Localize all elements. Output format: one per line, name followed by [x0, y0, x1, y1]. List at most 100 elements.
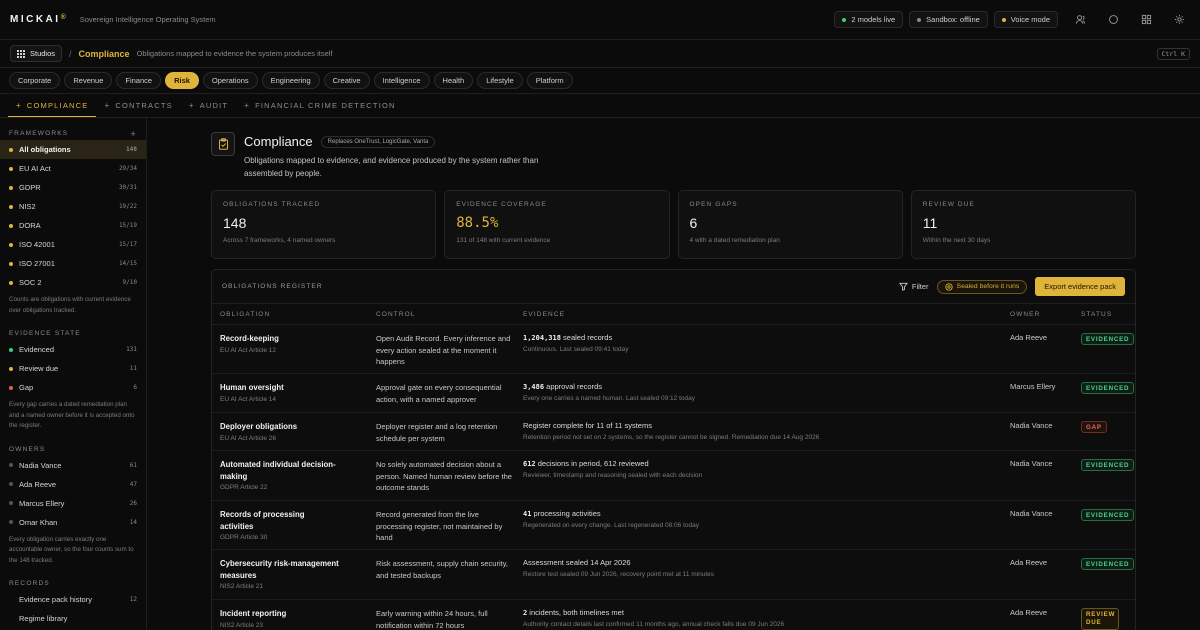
register-columns: OBLIGATION CONTROL EVIDENCE OWNER STATUS [212, 304, 1135, 325]
sidebar-item-omar-khan[interactable]: Omar Khan 14 [0, 513, 146, 532]
stat-obligations-tracked: OBLIGATIONS TRACKED 148 Across 7 framewo… [211, 190, 437, 259]
obligation-name[interactable]: Automated individual decision-making [220, 459, 340, 482]
sidebar-item-regime-library[interactable]: Regime library [0, 609, 146, 628]
sidebar-item-count: 26 [129, 499, 137, 507]
sidebar-item-soc-2[interactable]: SOC 2 9/10 [0, 273, 146, 292]
obligation-name[interactable]: Record-keeping [220, 333, 340, 345]
studios-button[interactable]: Studios [10, 45, 63, 62]
column-status[interactable]: STATUS [1081, 311, 1112, 318]
table-row[interactable]: Deployer obligations EU AI Act Article 26… [212, 413, 1135, 451]
column-evidence[interactable]: EVIDENCE [523, 311, 565, 318]
sidebar-item-count: 131 [126, 346, 137, 353]
category-platform[interactable]: Platform [526, 72, 573, 89]
table-row[interactable]: Human oversight EU AI Act Article 14 Appro… [212, 374, 1135, 413]
sandbox-status[interactable]: Sandbox: offline [909, 11, 988, 28]
sidebar-item-label: ISO 42001 [19, 240, 55, 249]
owner-cell[interactable]: Ada Reeve [1010, 558, 1047, 567]
table-row[interactable]: Record-keeping EU AI Act Article 12 Open A… [212, 325, 1135, 374]
tagline: Sovereign Intelligence Operating System [79, 15, 216, 24]
command-shortcut[interactable]: Ctrl K [1156, 47, 1190, 60]
tab-audit[interactable]: + AUDIT [181, 94, 236, 117]
sidebar-item-dora[interactable]: DORA 15/19 [0, 216, 146, 235]
sealed-badge[interactable]: Sealed before it runs [936, 279, 1028, 294]
owner-cell[interactable]: Nadia Vance [1010, 459, 1052, 468]
add-icon[interactable]: + [131, 129, 137, 139]
grid-icon[interactable] [1135, 9, 1157, 31]
sidebar-item-count: 47 [129, 480, 137, 488]
category-intelligence[interactable]: Intelligence [373, 72, 430, 89]
sidebar-item-nis2[interactable]: NIS2 19/22 [0, 197, 146, 216]
models-live-status[interactable]: 2 models live [834, 11, 904, 28]
category-lifestyle[interactable]: Lifestyle [477, 72, 523, 89]
evidence-summary: Register complete for 11 of 11 systems [523, 421, 819, 430]
table-row[interactable]: Incident reporting NIS2 Article 23 Early w… [212, 600, 1135, 630]
owner-cell[interactable]: Ada Reeve [1010, 333, 1047, 342]
export-evidence-pack-button[interactable]: Export evidence pack [1035, 277, 1125, 296]
records-header: RECORDS [9, 580, 50, 587]
filter-button[interactable]: Filter [898, 282, 929, 291]
stat-value: 88.5% [456, 215, 499, 231]
obligation-name[interactable]: Incident reporting [220, 608, 340, 620]
category-creative[interactable]: Creative [323, 72, 370, 89]
circle-icon[interactable] [1102, 9, 1124, 31]
category-finance[interactable]: Finance [116, 72, 162, 89]
stat-review-due: REVIEW DUE 11 Within the next 30 days [910, 190, 1136, 259]
evidence-summary: 3,486 approval records [523, 382, 695, 391]
stats-row: OBLIGATIONS TRACKED 148 Across 7 framewo… [211, 190, 1136, 259]
tab-financial-crime-detection[interactable]: + FINANCIAL CRIME DETECTION [236, 94, 403, 117]
people-icon[interactable] [1069, 9, 1091, 31]
category-engineering[interactable]: Engineering [261, 72, 320, 89]
category-revenue[interactable]: Revenue [64, 72, 113, 89]
sidebar-item-marcus-ellery[interactable]: Marcus Ellery 26 [0, 494, 146, 513]
category-corporate[interactable]: Corporate [9, 72, 61, 89]
tab-contracts[interactable]: + CONTRACTS [96, 94, 180, 117]
sidebar-item-iso-27001[interactable]: ISO 27001 14/15 [0, 254, 146, 273]
sidebar-item-label: ISO 27001 [19, 259, 55, 268]
evidence-cell: 612 decisions in period, 612 reviewed Rev… [523, 459, 702, 479]
bullet-icon [9, 280, 13, 285]
sidebar-item-evidence-pack-history[interactable]: Evidence pack history 12 [0, 590, 146, 609]
obligation-name[interactable]: Records of processing activities [220, 509, 340, 532]
plus-icon: + [16, 100, 22, 110]
logo[interactable]: MICKAI® [10, 14, 66, 25]
sidebar-item-count: 15/19 [118, 222, 137, 229]
sidebar-item-count: 14 [129, 518, 137, 526]
obligation-name[interactable]: Deployer obligations [220, 421, 340, 433]
owner-cell[interactable]: Nadia Vance [1010, 509, 1052, 518]
sidebar-item-nadia-vance[interactable]: Nadia Vance 61 [0, 456, 146, 475]
tab-compliance[interactable]: + COMPLIANCE [8, 94, 97, 117]
sidebar-item-evidenced[interactable]: Evidenced 131 [0, 340, 146, 359]
stat-sub: Across 7 frameworks, 4 named owners [223, 237, 336, 244]
column-owner[interactable]: OWNER [1010, 311, 1040, 318]
main-content: Compliance Replaces OneTrust, LogicGate,… [211, 118, 1136, 630]
sidebar-item-gap[interactable]: Gap 6 [0, 378, 146, 397]
breadcrumb-current: Compliance [78, 48, 130, 59]
plus-icon: + [244, 101, 251, 110]
gear-icon[interactable] [1168, 9, 1190, 31]
owner-cell[interactable]: Marcus Ellery [1010, 382, 1055, 391]
sidebar-item-all-obligations[interactable]: All obligations 148 [0, 140, 146, 159]
owner-cell[interactable]: Ada Reeve [1010, 608, 1047, 617]
evidence-cell: 41 processing activities Regenerated on e… [523, 509, 699, 529]
sub-tabs: + COMPLIANCE + CONTRACTS + AUDIT + FINANCIAL… [0, 94, 1200, 118]
category-operations[interactable]: Operations [202, 72, 258, 89]
column-control[interactable]: CONTROL [376, 311, 415, 318]
sidebar-item-review-due[interactable]: Review due 11 [0, 359, 146, 378]
table-row[interactable]: Cybersecurity risk-management measures NI… [212, 550, 1135, 600]
table-row[interactable]: Automated individual decision-making GDPR… [212, 451, 1135, 501]
table-row[interactable]: Records of processing activities GDPR Art… [212, 501, 1135, 550]
category-health[interactable]: Health [433, 72, 474, 89]
sidebar-item-ada-reeve[interactable]: Ada Reeve 47 [0, 475, 146, 494]
category-risk[interactable]: Risk [165, 72, 199, 89]
obligation-name[interactable]: Human oversight [220, 382, 340, 394]
obligation-name[interactable]: Cybersecurity risk-management measures [220, 558, 340, 581]
sidebar-item-count: 30/31 [118, 184, 137, 191]
voice-mode-status[interactable]: Voice mode [993, 11, 1058, 28]
sidebar-item-iso-42001[interactable]: ISO 42001 15/17 [0, 235, 146, 254]
sidebar-item-eu-ai-act[interactable]: EU AI Act 29/34 [0, 159, 146, 178]
owner-cell[interactable]: Nadia Vance [1010, 421, 1052, 430]
status-dot-icon [1001, 17, 1006, 22]
column-obligation[interactable]: OBLIGATION [220, 311, 270, 318]
obligation-cell: Automated individual decision-making GDPR… [220, 459, 340, 491]
sidebar-item-gdpr[interactable]: GDPR 30/31 [0, 178, 146, 197]
